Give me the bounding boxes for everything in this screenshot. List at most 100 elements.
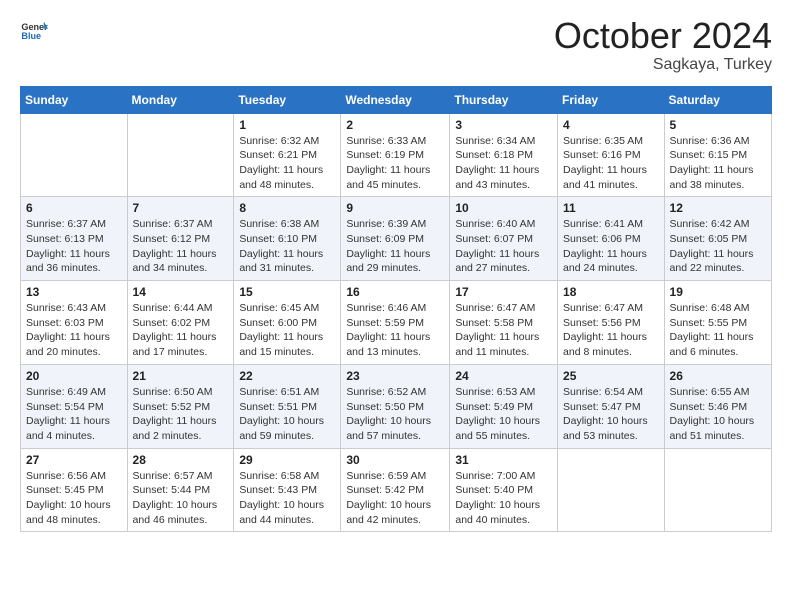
- calendar-page: General Blue October 2024 Sagkaya, Turke…: [0, 0, 792, 612]
- svg-text:Blue: Blue: [21, 31, 41, 41]
- cell-info: Sunrise: 6:32 AMSunset: 6:21 PMDaylight:…: [239, 135, 323, 191]
- table-cell: 13 Sunrise: 6:43 AMSunset: 6:03 PMDayligh…: [21, 281, 128, 365]
- cell-info: Sunrise: 6:59 AMSunset: 5:42 PMDaylight:…: [346, 470, 431, 526]
- table-cell: 17Sunrise: 6:47 AMSunset: 5:58 PMDayligh…: [450, 281, 558, 365]
- day-number: 12: [670, 201, 766, 215]
- day-number: 20: [26, 369, 122, 383]
- table-cell: 19 Sunrise: 6:48 AMSunset: 5:55 PMDayligh…: [664, 281, 771, 365]
- day-number: 30: [346, 453, 444, 467]
- cell-info: Sunrise: 6:57 AMSunset: 5:44 PMDaylight:…: [133, 470, 218, 526]
- table-cell: 3 Sunrise: 6:34 AMSunset: 6:18 PMDaylight…: [450, 113, 558, 197]
- header-saturday: Saturday: [664, 86, 771, 113]
- day-number: 24: [455, 369, 552, 383]
- cell-info: Sunrise: 6:36 AMSunset: 6:15 PMDaylight:…: [670, 135, 754, 191]
- table-cell: 7Sunrise: 6:37 AMSunset: 6:12 PMDaylight…: [127, 197, 234, 281]
- cell-info: Sunrise: 6:41 AMSunset: 6:06 PMDaylight:…: [563, 218, 647, 274]
- title-block: October 2024 Sagkaya, Turkey: [554, 16, 772, 74]
- day-number: 23: [346, 369, 444, 383]
- cell-info: Sunrise: 6:39 AMSunset: 6:09 PMDaylight:…: [346, 218, 430, 274]
- day-number: 4: [563, 118, 659, 132]
- header: General Blue October 2024 Sagkaya, Turke…: [20, 16, 772, 74]
- logo: General Blue: [20, 16, 48, 44]
- day-number: 8: [239, 201, 335, 215]
- day-number: 25: [563, 369, 659, 383]
- calendar-row: 13 Sunrise: 6:43 AMSunset: 6:03 PMDayligh…: [21, 281, 772, 365]
- table-cell: 20 Sunrise: 6:49 AMSunset: 5:54 PMDayligh…: [21, 364, 128, 448]
- day-number: 5: [670, 118, 766, 132]
- table-cell: 23Sunrise: 6:52 AMSunset: 5:50 PMDayligh…: [341, 364, 450, 448]
- cell-info: Sunrise: 6:46 AMSunset: 5:59 PMDaylight:…: [346, 302, 430, 358]
- day-number: 17: [455, 285, 552, 299]
- table-cell: [21, 113, 128, 197]
- cell-info: Sunrise: 6:48 AMSunset: 5:55 PMDaylight:…: [670, 302, 754, 358]
- cell-info: Sunrise: 6:42 AMSunset: 6:05 PMDaylight:…: [670, 218, 754, 274]
- cell-info: Sunrise: 6:49 AMSunset: 5:54 PMDaylight:…: [26, 386, 110, 442]
- day-number: 19: [670, 285, 766, 299]
- table-cell: 29 Sunrise: 6:58 AMSunset: 5:43 PMDayligh…: [234, 448, 341, 532]
- cell-info: Sunrise: 6:43 AMSunset: 6:03 PMDaylight:…: [26, 302, 110, 358]
- cell-info: Sunrise: 6:34 AMSunset: 6:18 PMDaylight:…: [455, 135, 539, 191]
- day-number: 1: [239, 118, 335, 132]
- cell-info: Sunrise: 6:53 AMSunset: 5:49 PMDaylight:…: [455, 386, 540, 442]
- table-cell: 11 Sunrise: 6:41 AMSunset: 6:06 PMDayligh…: [558, 197, 665, 281]
- cell-info: Sunrise: 6:47 AMSunset: 5:56 PMDaylight:…: [563, 302, 647, 358]
- table-cell: 24 Sunrise: 6:53 AMSunset: 5:49 PMDayligh…: [450, 364, 558, 448]
- day-number: 27: [26, 453, 122, 467]
- table-cell: [664, 448, 771, 532]
- cell-info: Sunrise: 6:55 AMSunset: 5:46 PMDaylight:…: [670, 386, 755, 442]
- table-cell: 27Sunrise: 6:56 AMSunset: 5:45 PMDayligh…: [21, 448, 128, 532]
- table-cell: 5 Sunrise: 6:36 AMSunset: 6:15 PMDaylight…: [664, 113, 771, 197]
- day-number: 29: [239, 453, 335, 467]
- day-number: 22: [239, 369, 335, 383]
- day-number: 14: [133, 285, 229, 299]
- day-number: 21: [133, 369, 229, 383]
- calendar-row: 20 Sunrise: 6:49 AMSunset: 5:54 PMDayligh…: [21, 364, 772, 448]
- calendar-row: 6Sunrise: 6:37 AMSunset: 6:13 PMDaylight…: [21, 197, 772, 281]
- table-cell: 6Sunrise: 6:37 AMSunset: 6:13 PMDaylight…: [21, 197, 128, 281]
- cell-info: Sunrise: 6:40 AMSunset: 6:07 PMDaylight:…: [455, 218, 539, 274]
- day-number: 31: [455, 453, 552, 467]
- calendar-row: 1 Sunrise: 6:32 AMSunset: 6:21 PMDaylight…: [21, 113, 772, 197]
- table-cell: 21 Sunrise: 6:50 AMSunset: 5:52 PMDayligh…: [127, 364, 234, 448]
- table-cell: 18 Sunrise: 6:47 AMSunset: 5:56 PMDayligh…: [558, 281, 665, 365]
- day-number: 3: [455, 118, 552, 132]
- day-number: 18: [563, 285, 659, 299]
- calendar-row: 27Sunrise: 6:56 AMSunset: 5:45 PMDayligh…: [21, 448, 772, 532]
- table-cell: 15 Sunrise: 6:45 AMSunset: 6:00 PMDayligh…: [234, 281, 341, 365]
- header-sunday: Sunday: [21, 86, 128, 113]
- header-wednesday: Wednesday: [341, 86, 450, 113]
- day-number: 9: [346, 201, 444, 215]
- table-cell: 9 Sunrise: 6:39 AMSunset: 6:09 PMDaylight…: [341, 197, 450, 281]
- table-cell: [558, 448, 665, 532]
- table-cell: 2Sunrise: 6:33 AMSunset: 6:19 PMDaylight…: [341, 113, 450, 197]
- table-cell: 8 Sunrise: 6:38 AMSunset: 6:10 PMDaylight…: [234, 197, 341, 281]
- day-number: 26: [670, 369, 766, 383]
- day-number: 11: [563, 201, 659, 215]
- cell-info: Sunrise: 7:00 AMSunset: 5:40 PMDaylight:…: [455, 470, 540, 526]
- table-cell: 25 Sunrise: 6:54 AMSunset: 5:47 PMDayligh…: [558, 364, 665, 448]
- table-cell: 31 Sunrise: 7:00 AMSunset: 5:40 PMDayligh…: [450, 448, 558, 532]
- table-cell: 4Sunrise: 6:35 AMSunset: 6:16 PMDaylight…: [558, 113, 665, 197]
- cell-info: Sunrise: 6:54 AMSunset: 5:47 PMDaylight:…: [563, 386, 648, 442]
- table-cell: [127, 113, 234, 197]
- cell-info: Sunrise: 6:37 AMSunset: 6:12 PMDaylight:…: [133, 218, 217, 274]
- cell-info: Sunrise: 6:33 AMSunset: 6:19 PMDaylight:…: [346, 135, 430, 191]
- day-number: 13: [26, 285, 122, 299]
- day-number: 28: [133, 453, 229, 467]
- month-title: October 2024: [554, 16, 772, 56]
- table-cell: 10Sunrise: 6:40 AMSunset: 6:07 PMDayligh…: [450, 197, 558, 281]
- table-cell: 16Sunrise: 6:46 AMSunset: 5:59 PMDayligh…: [341, 281, 450, 365]
- cell-info: Sunrise: 6:38 AMSunset: 6:10 PMDaylight:…: [239, 218, 323, 274]
- cell-info: Sunrise: 6:58 AMSunset: 5:43 PMDaylight:…: [239, 470, 324, 526]
- header-tuesday: Tuesday: [234, 86, 341, 113]
- day-number: 6: [26, 201, 122, 215]
- day-number: 15: [239, 285, 335, 299]
- location-subtitle: Sagkaya, Turkey: [554, 56, 772, 74]
- table-cell: 22Sunrise: 6:51 AMSunset: 5:51 PMDayligh…: [234, 364, 341, 448]
- weekday-header-row: Sunday Monday Tuesday Wednesday Thursday…: [21, 86, 772, 113]
- calendar-table: Sunday Monday Tuesday Wednesday Thursday…: [20, 86, 772, 533]
- cell-info: Sunrise: 6:50 AMSunset: 5:52 PMDaylight:…: [133, 386, 217, 442]
- cell-info: Sunrise: 6:45 AMSunset: 6:00 PMDaylight:…: [239, 302, 323, 358]
- table-cell: 12 Sunrise: 6:42 AMSunset: 6:05 PMDayligh…: [664, 197, 771, 281]
- cell-info: Sunrise: 6:44 AMSunset: 6:02 PMDaylight:…: [133, 302, 217, 358]
